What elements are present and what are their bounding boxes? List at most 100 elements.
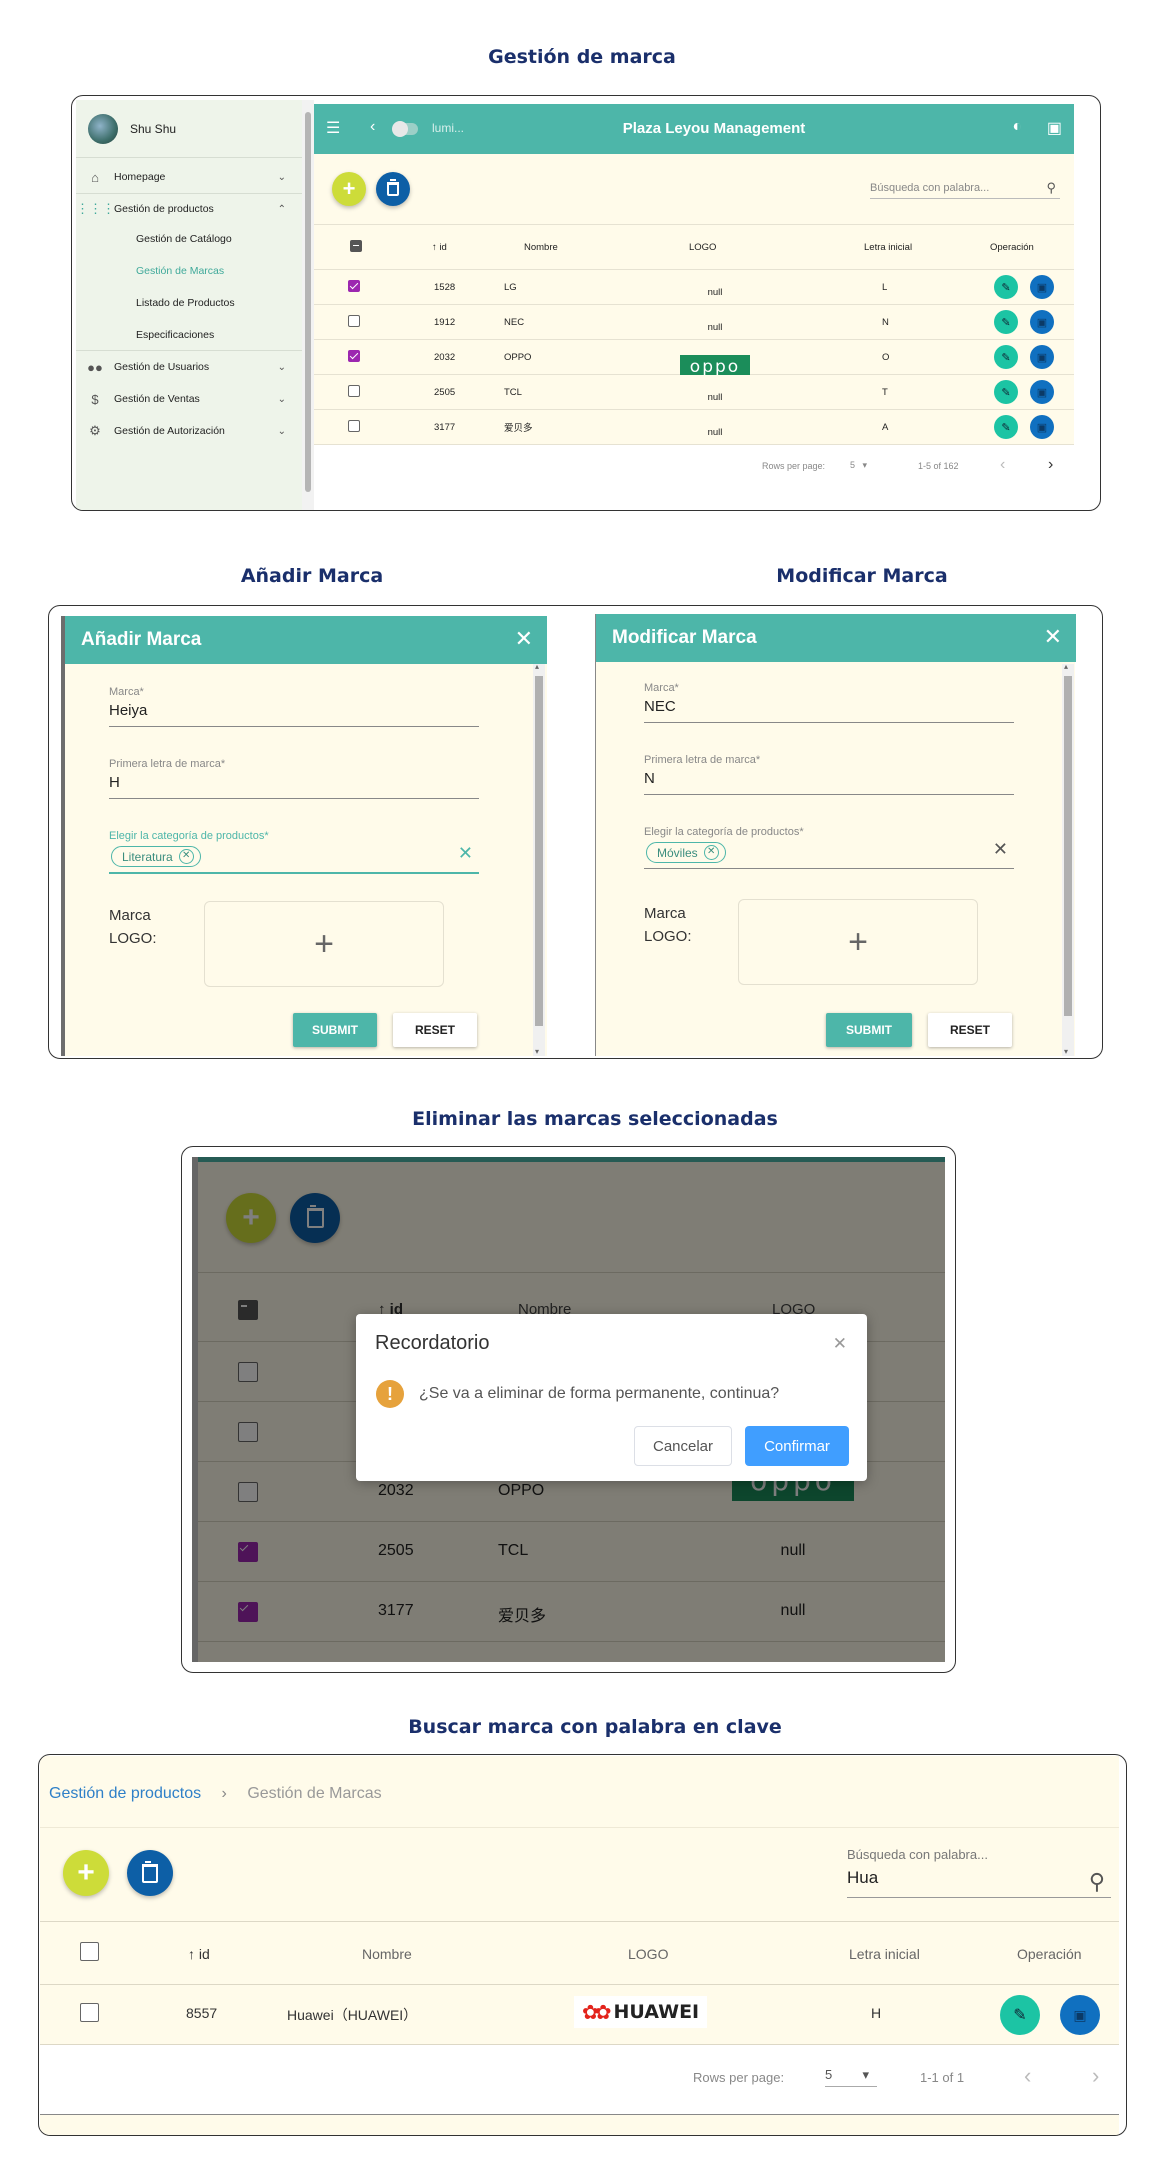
sidebar-subitem-brands[interactable]: Gestión de Marcas [136, 265, 224, 277]
close-icon[interactable]: ✕ [1044, 624, 1062, 650]
delete-button[interactable]: ▣ [1030, 275, 1054, 299]
user-profile[interactable]: Shu Shu [88, 114, 176, 144]
chip-remove-icon[interactable]: ✕ [178, 849, 194, 864]
next-page-icon[interactable]: › [1092, 2063, 1099, 2089]
divider [76, 350, 302, 351]
search-icon[interactable]: ⚲ [1046, 180, 1056, 196]
reset-button[interactable]: RESET [393, 1013, 477, 1047]
contrast-icon[interactable]: ◐ [1012, 118, 1022, 136]
delete-button[interactable]: ▣ [1030, 380, 1054, 404]
table-row[interactable]: 1528 LG null L ✎ ▣ [314, 270, 1074, 305]
header-id[interactable]: ↑ id [188, 1946, 210, 1962]
edit-button[interactable]: ✎ [994, 275, 1018, 299]
sidebar-item-authorization[interactable]: ⚙ Gestión de Autorización ⌄ [76, 416, 302, 446]
edit-button[interactable]: ✎ [994, 310, 1018, 334]
page-range: 1-5 of 162 [918, 461, 959, 471]
category-chip[interactable]: Móviles ✕ [646, 842, 726, 863]
dialog-scrollbar[interactable]: ▴ ▾ [533, 662, 545, 1056]
clear-icon[interactable]: ✕ [458, 843, 473, 864]
sidebar-subitem-specs[interactable]: Especificaciones [136, 329, 214, 341]
sidebar-subitem-product-list[interactable]: Listado de Productos [136, 297, 235, 309]
field-label: Primera letra de marca* [109, 758, 226, 770]
cancel-button[interactable]: Cancelar [634, 1426, 732, 1466]
sidebar-item-sales[interactable]: $ Gestión de Ventas ⌄ [76, 384, 302, 414]
search-input[interactable]: Búsqueda con palabra... Hua ⚲ [847, 1847, 1111, 1898]
field-value: H [109, 774, 120, 791]
brand-letter-field[interactable]: Primera letra de marca* H [109, 758, 479, 799]
header-id[interactable]: ↑ id [432, 242, 447, 253]
prev-page-icon[interactable]: ‹ [1024, 2063, 1031, 2089]
select-all-checkbox[interactable] [350, 239, 362, 252]
breadcrumb-item-products[interactable]: Gestión de productos [49, 1785, 201, 1802]
add-brand-button[interactable]: + [63, 1850, 109, 1896]
row-checkbox-cell [348, 349, 360, 365]
dialog-scrollbar[interactable]: ▴ ▾ [1062, 662, 1074, 1056]
row-checkbox[interactable] [348, 419, 360, 432]
delete-selected-button[interactable] [127, 1850, 173, 1896]
row-checkbox[interactable] [348, 384, 360, 397]
next-page-icon[interactable]: › [1048, 456, 1053, 474]
submit-button[interactable]: SUBMIT [293, 1013, 377, 1047]
logo-upload[interactable]: + [738, 899, 978, 985]
sidebar-item-users[interactable]: ●● Gestión de Usuarios ⌄ [76, 352, 302, 382]
chevron-down-icon: ⌄ [277, 425, 286, 437]
category-select[interactable]: Elegir la categoría de productos* Móvile… [644, 826, 1014, 869]
delete-button[interactable]: ▣ [1060, 1995, 1100, 2035]
chevron-down-icon: ⌄ [277, 361, 286, 373]
row-checkbox[interactable] [348, 314, 360, 327]
edit-button[interactable]: ✎ [994, 415, 1018, 439]
reset-button[interactable]: RESET [928, 1013, 1012, 1047]
sidebar-subitem-catalog[interactable]: Gestión de Catálogo [136, 233, 232, 245]
chip-remove-icon[interactable]: ✕ [703, 845, 719, 860]
table-row[interactable]: 2505 TCL null T ✎ ▣ [314, 375, 1074, 410]
brand-name-field[interactable]: Marca* Heiya [109, 686, 479, 727]
sidebar-item-homepage[interactable]: ⌂ Homepage ⌄ [76, 162, 302, 192]
dialog-header: Modificar Marca ✕ [596, 614, 1076, 662]
edit-button[interactable]: ✎ [994, 380, 1018, 404]
table-row[interactable]: 3177 爱贝多 null A ✎ ▣ [314, 410, 1074, 445]
sidebar-scrollbar[interactable] [302, 100, 314, 510]
chevron-down-icon: ⌄ [277, 393, 286, 405]
rows-per-page-select[interactable]: 5 ▾ [850, 460, 867, 471]
add-brand-button[interactable]: + [332, 172, 366, 206]
brand-name-field[interactable]: Marca* NEC [644, 682, 1014, 723]
cell-initial: H [871, 2005, 882, 2021]
delete-button[interactable]: ▣ [1030, 310, 1054, 334]
select-all-checkbox[interactable] [80, 1942, 99, 1961]
delete-button[interactable]: ▣ [1030, 345, 1054, 369]
confirm-button[interactable]: Confirmar [745, 1426, 849, 1466]
sidebar-item-products[interactable]: ⋮⋮⋮ Gestión de productos ⌃ [76, 194, 302, 224]
category-chip[interactable]: Literatura ✕ [111, 846, 201, 867]
edit-button[interactable]: ✎ [994, 345, 1018, 369]
row-checkbox[interactable] [80, 2003, 99, 2022]
row-checkbox[interactable] [348, 279, 360, 292]
brand-letter-field[interactable]: Primera letra de marca* N [644, 754, 1014, 795]
edit-button[interactable]: ✎ [1000, 1995, 1040, 2035]
delete-button[interactable]: ▣ [1030, 415, 1054, 439]
search-input[interactable]: Búsqueda con palabra... ⚲ [870, 180, 1060, 199]
row-checkbox[interactable] [348, 349, 360, 362]
field-value: NEC [644, 698, 676, 715]
submit-button[interactable]: SUBMIT [826, 1013, 912, 1047]
clear-icon[interactable]: ✕ [993, 839, 1008, 860]
prev-page-icon[interactable]: ‹ [1000, 456, 1005, 474]
rows-per-page-select[interactable]: 5 ▾ [825, 2067, 877, 2087]
close-icon[interactable]: ✕ [515, 626, 533, 652]
rows-per-page-label: Rows per page: [762, 461, 826, 471]
category-select[interactable]: Elegir la categoría de productos* Litera… [109, 830, 479, 874]
search-icon[interactable]: ⚲ [1089, 1869, 1105, 1895]
account-box-icon[interactable]: ▣ [1047, 118, 1062, 138]
table-row[interactable]: 2032 OPPO oppo O ✎ ▣ [314, 340, 1074, 379]
close-icon[interactable]: ✕ [833, 1334, 847, 1354]
home-icon: ⌂ [91, 169, 99, 185]
cell-logo: null [707, 322, 723, 333]
cell-id: 3177 [434, 421, 456, 433]
row-checkbox-cell [348, 384, 360, 400]
table-row[interactable]: 8557 Huawei（HUAWEI） ✿✿ HUAWEI H ✎ ▣ [40, 1985, 1119, 2045]
logo-upload[interactable]: + [204, 901, 444, 987]
search-placeholder: Búsqueda con palabra... [870, 182, 990, 194]
pagination: Rows per page: 5 ▾ 1-1 of 1 ‹ › [40, 2045, 1119, 2115]
cell-initial: A [882, 421, 889, 433]
delete-selected-button[interactable] [376, 172, 410, 206]
table-row[interactable]: 1912 NEC null N ✎ ▣ [314, 305, 1074, 340]
